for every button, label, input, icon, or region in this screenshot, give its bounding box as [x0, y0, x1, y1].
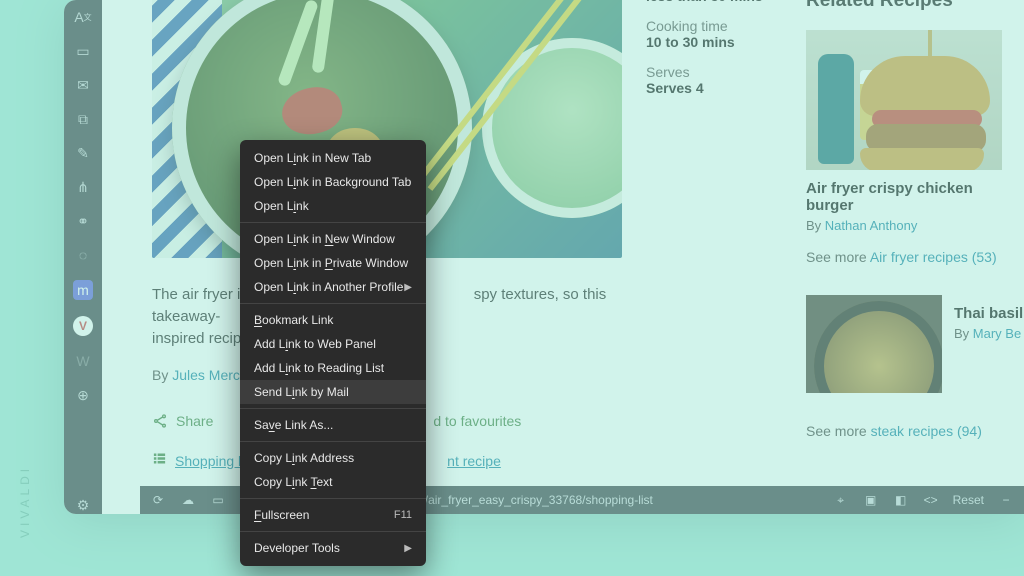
serves-label: Serves	[646, 64, 763, 80]
context-menu-item[interactable]: Developer Tools▶	[240, 536, 426, 560]
side-panel: A文 ▭ ✉ ⧉ ✎ ⋔ ⚭ ◌ m V W ⊕ ⚙	[64, 0, 102, 514]
menu-separator	[240, 498, 426, 499]
submenu-arrow-icon: ▶	[404, 543, 412, 554]
context-menu-item[interactable]: FullscreenF11	[240, 503, 426, 527]
shortcut-label: F11	[394, 509, 412, 521]
context-menu-item[interactable]: Open Link in Background Tab	[240, 170, 426, 194]
add-panel-icon[interactable]: ⊕	[74, 386, 92, 404]
related-card[interactable]: Air fryer crispy chicken burger By Natha…	[806, 30, 1024, 265]
context-menu-item[interactable]: Send Link by Mail	[240, 380, 426, 404]
menu-separator	[240, 222, 426, 223]
mastodon-icon[interactable]: m	[73, 280, 93, 300]
calendar-icon[interactable]: ▭	[74, 42, 92, 60]
capture-icon[interactable]: ⌖	[833, 493, 849, 508]
contacts-icon[interactable]: ⚭	[74, 212, 92, 230]
mail-icon[interactable]: ✉	[74, 76, 92, 94]
context-menu-item[interactable]: Open Link	[240, 194, 426, 218]
notes-icon[interactable]: ✎	[74, 144, 92, 162]
tile-icon[interactable]: ▭	[210, 493, 226, 507]
sync-icon[interactable]: ⟳	[150, 493, 166, 507]
menu-separator	[240, 408, 426, 409]
cook-value: 10 to 30 mins	[646, 34, 763, 50]
context-menu-item[interactable]: Add Link to Reading List	[240, 356, 426, 380]
devtools-toggle-icon[interactable]: <>	[923, 493, 939, 507]
recipe-meta: less than 30 mins Cooking time 10 to 30 …	[646, 0, 763, 258]
cloud-icon[interactable]: ☁	[180, 493, 196, 507]
window-icon[interactable]: ⧉	[74, 110, 92, 128]
context-menu-item[interactable]: Open Link in Private Window	[240, 251, 426, 275]
submenu-arrow-icon: ▶	[404, 282, 412, 293]
share-button[interactable]: Share	[152, 413, 213, 429]
print-link[interactable]: nt recipe	[447, 451, 501, 470]
context-menu-item[interactable]: Add Link to Web Panel	[240, 332, 426, 356]
context-menu-item[interactable]: Save Link As...	[240, 413, 426, 437]
menu-separator	[240, 441, 426, 442]
brand-label: VIVALDI	[18, 465, 32, 538]
prep-value: less than 30 mins	[646, 0, 763, 4]
related-heading: Related Recipes	[806, 0, 1024, 12]
see-more: See more Air fryer recipes (53)	[806, 249, 1024, 265]
zoom-out-icon[interactable]: −	[998, 493, 1014, 507]
related-title: Air fryer crispy chicken burger	[806, 180, 1024, 214]
menu-separator	[240, 303, 426, 304]
menu-separator	[240, 531, 426, 532]
related-title: Thai basil	[954, 305, 1023, 322]
vivaldi-icon[interactable]: V	[73, 316, 93, 336]
context-menu-item[interactable]: Copy Link Text	[240, 470, 426, 494]
related-author-link[interactable]: Mary Be	[973, 326, 1021, 341]
related-byline: By Nathan Anthony	[806, 218, 1024, 233]
related-card[interactable]: Thai basil By Mary Be	[806, 295, 1024, 393]
image-toggle-icon[interactable]: ▣	[863, 493, 879, 507]
see-more-link[interactable]: Air fryer recipes (53)	[870, 249, 997, 265]
list-icon	[152, 451, 167, 470]
feeds-icon[interactable]: ⋔	[74, 178, 92, 196]
reset-zoom[interactable]: Reset	[953, 493, 984, 507]
browser-window: A文 ▭ ✉ ⧉ ✎ ⋔ ⚭ ◌ m V W ⊕ ⚙	[64, 0, 1024, 514]
serves-value: Serves 4	[646, 80, 763, 96]
page-actions-icon[interactable]: ◧	[893, 493, 909, 507]
related-thumb	[806, 295, 942, 393]
favourite-button[interactable]: d to favourites	[433, 413, 521, 429]
context-menu-item[interactable]: Copy Link Address	[240, 446, 426, 470]
context-menu-item[interactable]: Open Link in Another Profile▶	[240, 275, 426, 299]
context-menu-item[interactable]: Open Link in New Window	[240, 227, 426, 251]
link-context-menu: Open Link in New TabOpen Link in Backgro…	[240, 140, 426, 566]
related-thumb	[806, 30, 1002, 170]
settings-icon[interactable]: ⚙	[74, 496, 92, 514]
related-recipes: Related Recipes Air fryer crispy chicken…	[806, 0, 1024, 439]
chat-icon[interactable]: ◌	[74, 246, 92, 264]
translate-icon[interactable]: A文	[74, 8, 92, 26]
context-menu-item[interactable]: Bookmark Link	[240, 308, 426, 332]
see-more: See more steak recipes (94)	[806, 423, 1024, 439]
related-author-link[interactable]: Nathan Anthony	[825, 218, 918, 233]
cook-label: Cooking time	[646, 18, 763, 34]
context-menu-item[interactable]: Open Link in New Tab	[240, 146, 426, 170]
related-byline: By Mary Be	[954, 326, 1023, 341]
wiki-icon[interactable]: W	[74, 352, 92, 370]
see-more-link[interactable]: steak recipes (94)	[871, 423, 982, 439]
share-icon	[152, 413, 168, 429]
